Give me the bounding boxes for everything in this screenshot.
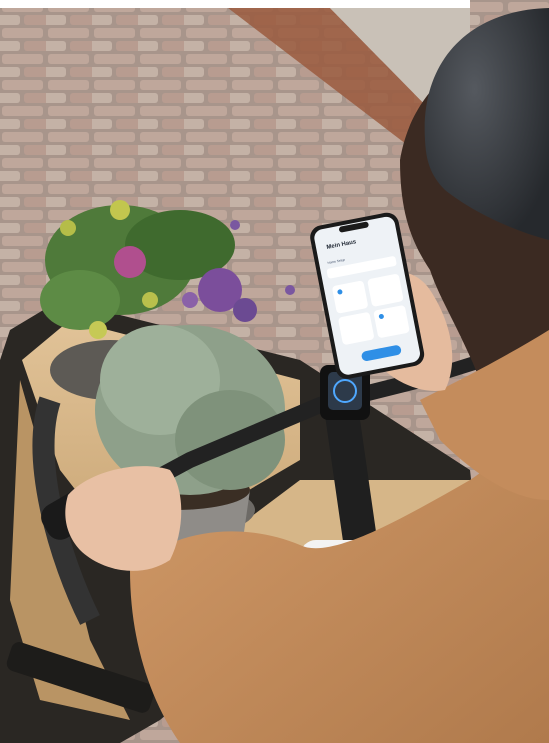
scene-illustration: [0, 0, 549, 743]
app-subtitle: Home Setup: [327, 257, 346, 266]
cargo-bike-photo: Mein Haus Home Setup: [0, 0, 549, 743]
app-title: Mein Haus: [326, 239, 357, 251]
